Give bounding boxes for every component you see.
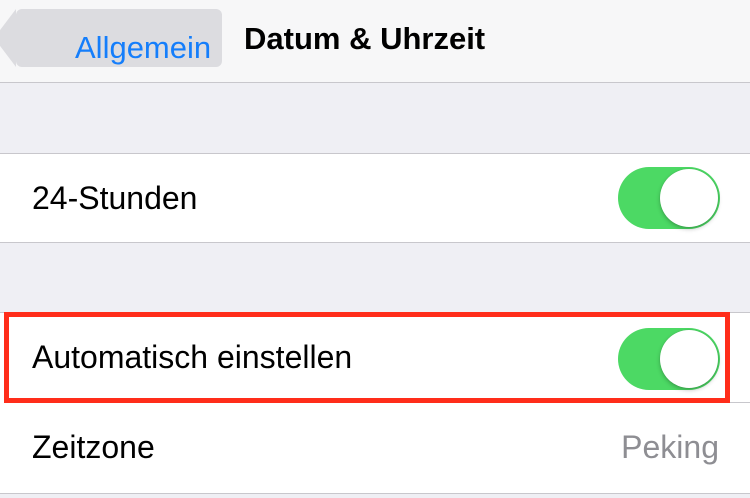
settings-group-auto-time: Automatisch einstellen Zeitzone Peking [0,312,750,494]
row-24-hours-label: 24-Stunden [32,180,198,216]
toggle-knob [660,169,718,227]
back-button-label: Allgemein [75,30,212,65]
row-time-zone[interactable]: Zeitzone Peking [0,403,750,492]
chevron-left-icon [0,9,16,67]
back-button[interactable]: Allgemein [0,9,222,67]
settings-group-time-format: 24-Stunden [0,153,750,243]
row-time-zone-value: Peking [621,429,719,465]
row-set-automatically-label: Automatisch einstellen [32,339,353,375]
row-time-zone-label: Zeitzone [32,429,155,465]
toggle-24-hours[interactable] [618,167,720,229]
page-title: Datum & Uhrzeit [244,21,486,56]
toggle-knob [660,330,718,388]
row-set-automatically: Automatisch einstellen [0,313,750,402]
toggle-set-automatically[interactable] [618,328,720,390]
navigation-bar: Allgemein Datum & Uhrzeit [0,0,750,83]
row-24-hours: 24-Stunden [0,154,750,242]
